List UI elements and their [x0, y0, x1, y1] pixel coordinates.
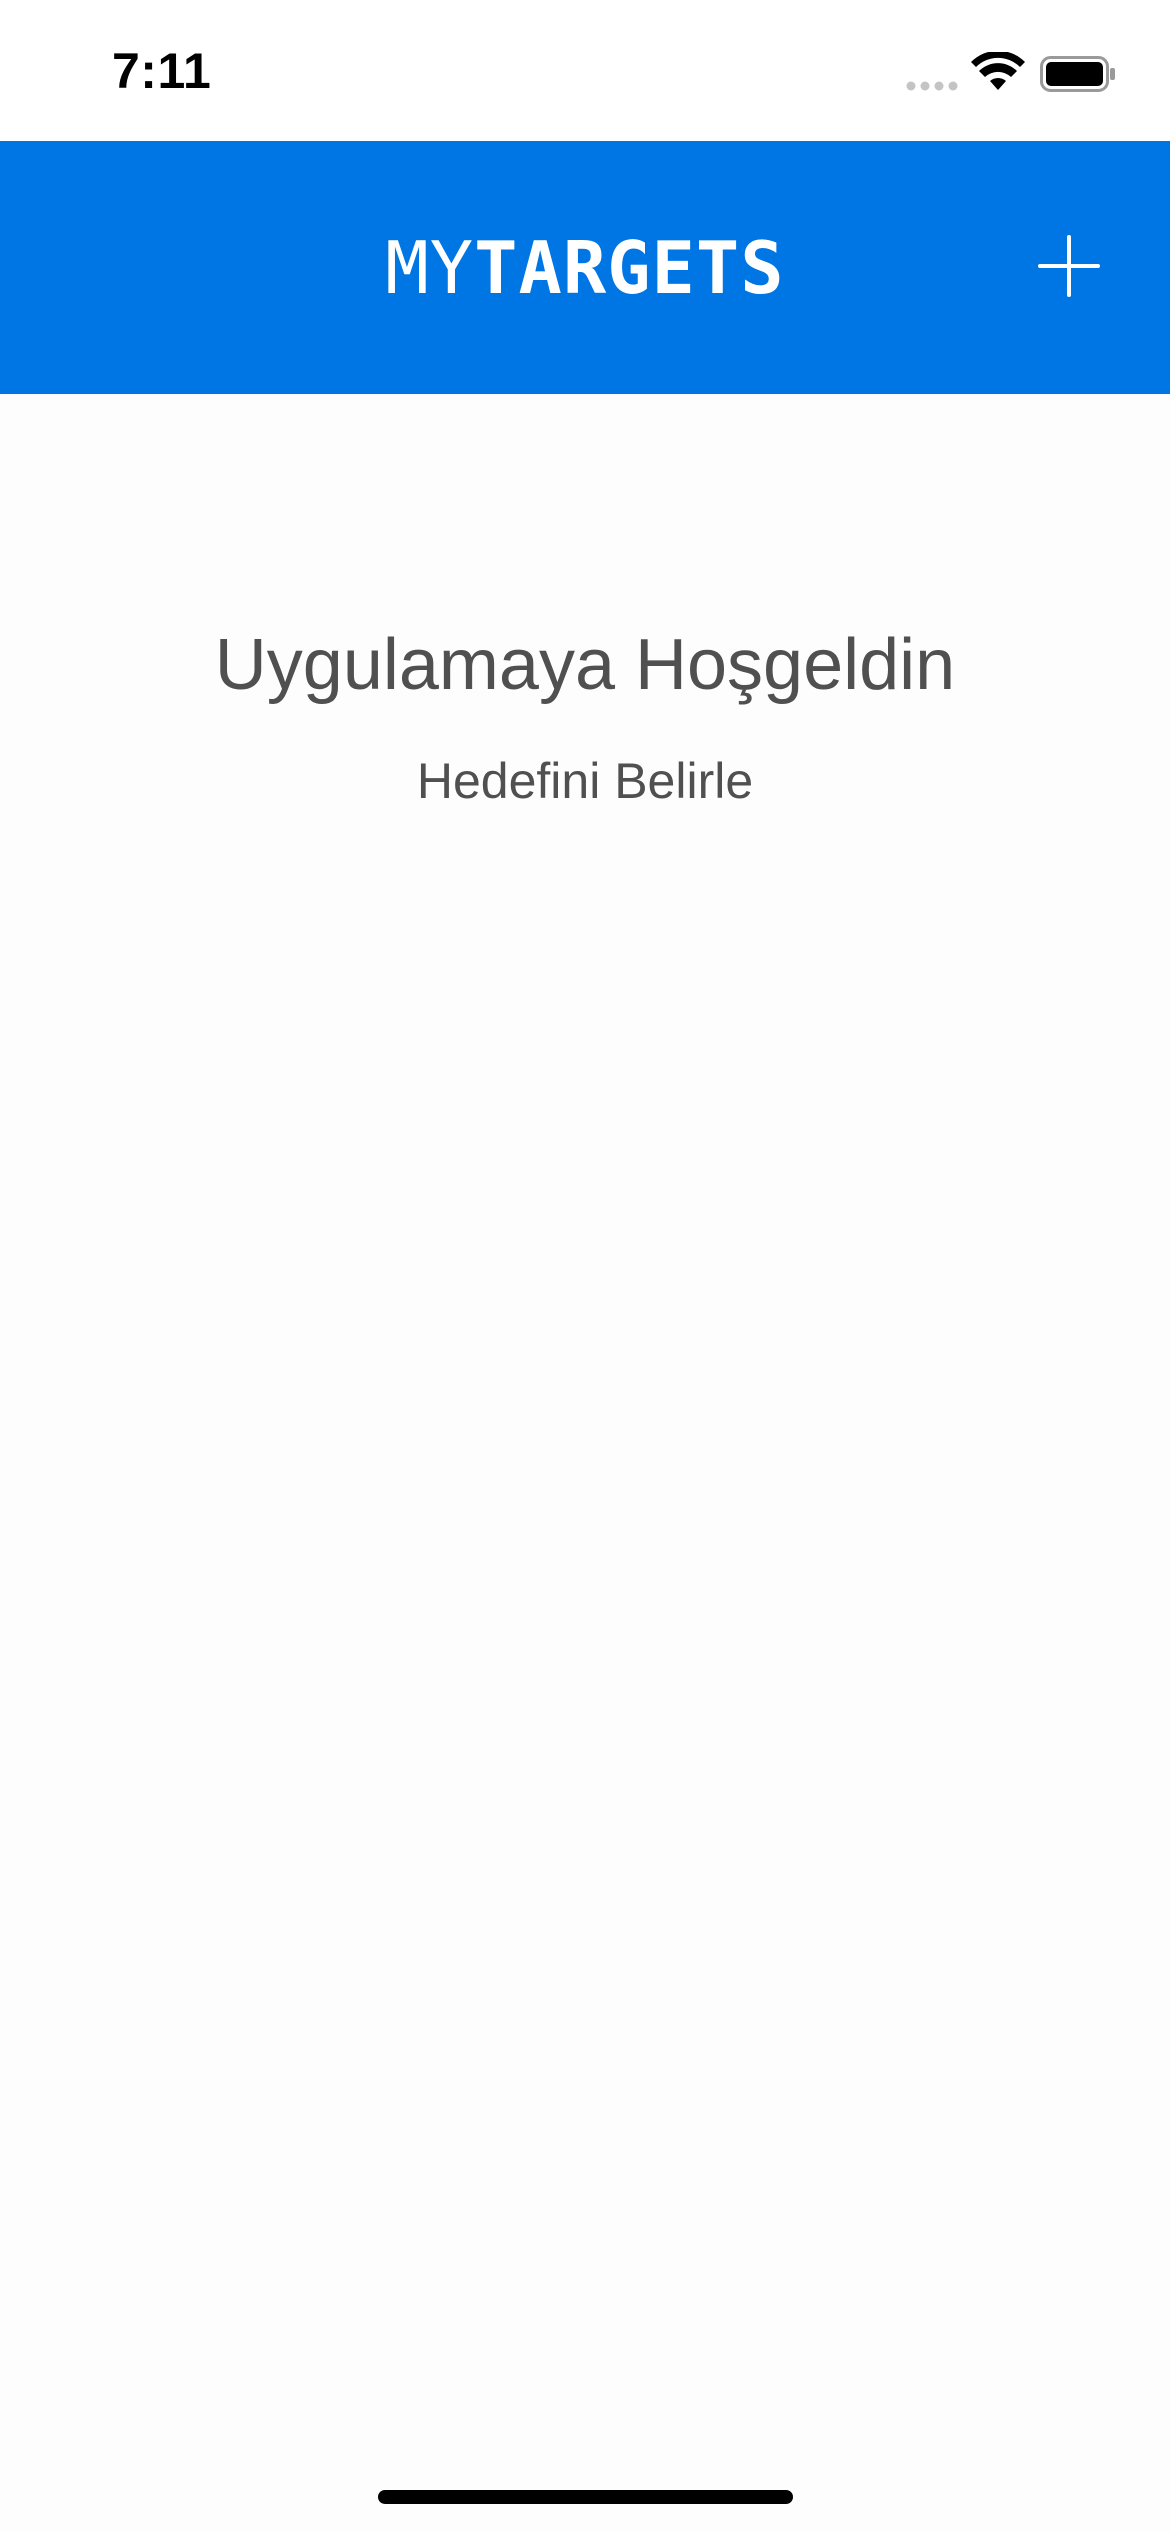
app-title-main: TARGETS [474, 225, 785, 310]
wifi-icon [971, 52, 1025, 90]
app-header: MY TARGETS [0, 141, 1170, 394]
welcome-subtitle: Hedefini Belirle [416, 753, 754, 809]
app-title-prefix: MY [385, 225, 475, 310]
plus-icon[interactable] [1036, 233, 1102, 299]
home-indicator[interactable] [378, 2490, 793, 2504]
battery-icon [1040, 56, 1115, 92]
status-bar: 7:11 [0, 0, 1170, 141]
cellular-signal-icon [906, 81, 958, 91]
welcome-title: Uygulamaya Hoşgeldin [214, 625, 956, 705]
status-time: 7:11 [112, 43, 212, 99]
app-title: MY TARGETS [0, 141, 1170, 394]
